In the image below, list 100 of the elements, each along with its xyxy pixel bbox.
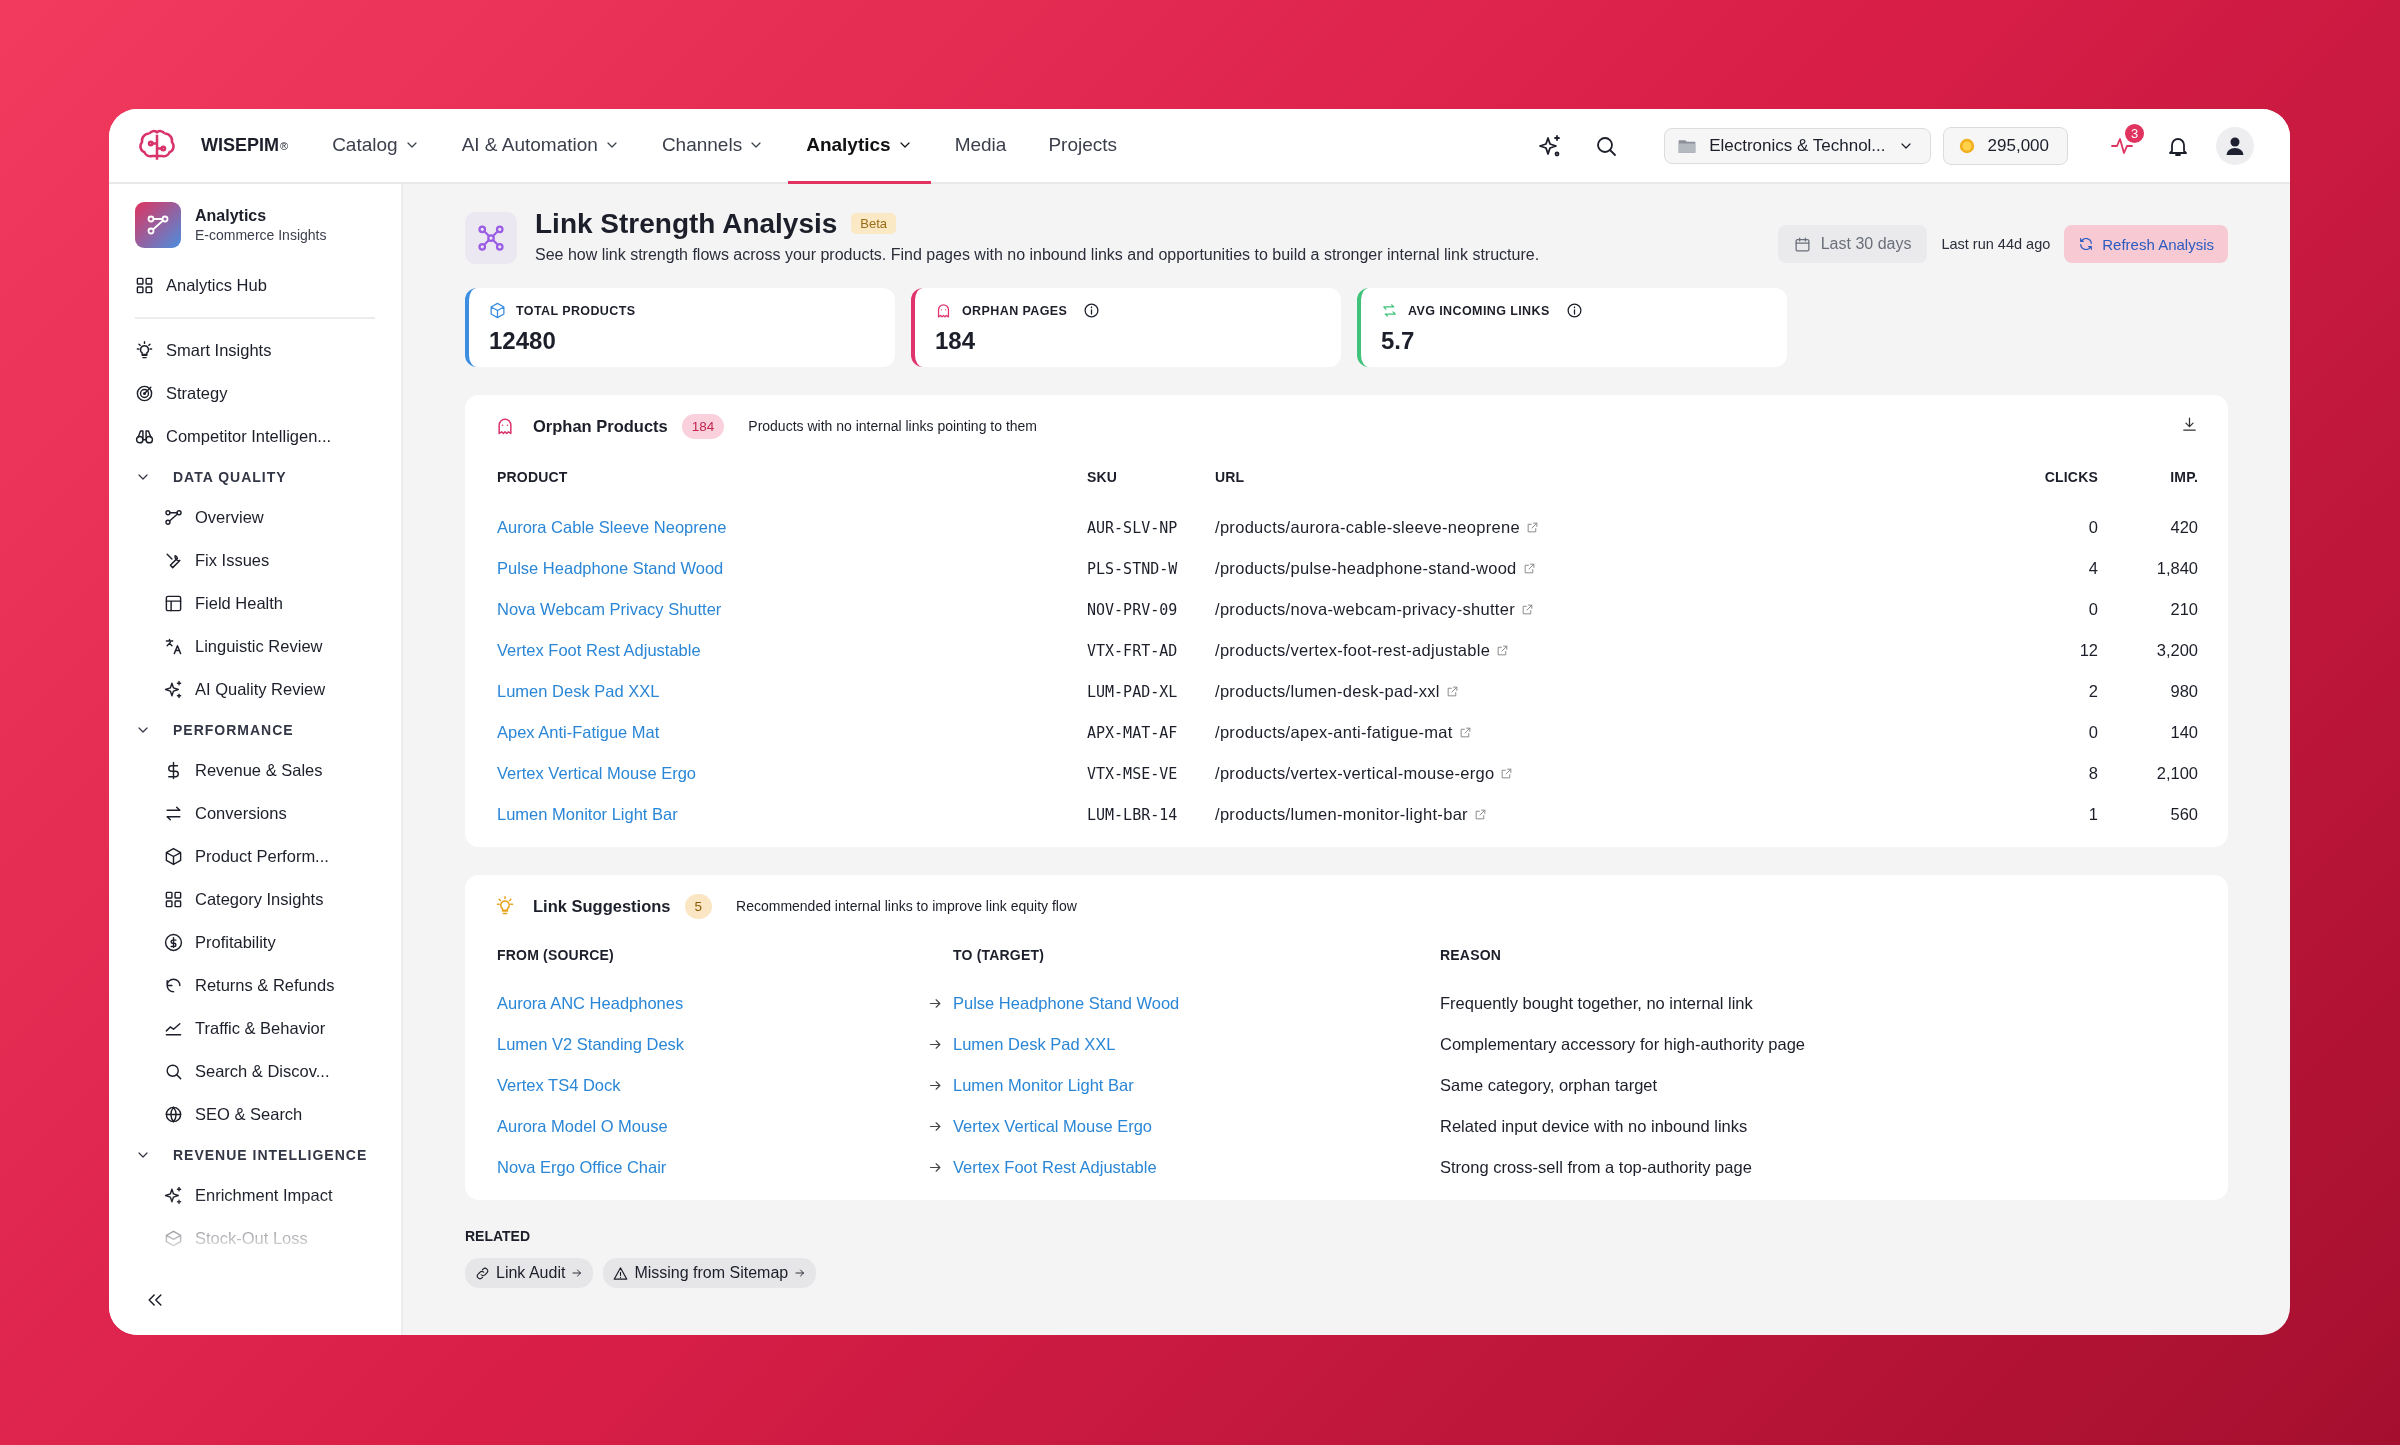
sidebar-item[interactable]: Traffic & Behavior bbox=[135, 1007, 375, 1050]
coin-icon bbox=[1957, 136, 1976, 155]
nav-menu-item[interactable]: Catalog bbox=[314, 109, 438, 184]
column-header: URL bbox=[1215, 468, 1246, 487]
table-cell-text: VTX-FRT-AD bbox=[1087, 640, 1179, 662]
external-link-icon bbox=[1496, 644, 1510, 657]
app-title: Analytics bbox=[195, 207, 268, 225]
source-link[interactable]: Lumen V2 Standing Desk bbox=[497, 1035, 685, 1054]
binoculars-icon bbox=[135, 427, 154, 446]
url-link[interactable]: /products/lumen-desk-pad-xxl bbox=[1215, 682, 1459, 701]
product-link[interactable]: Lumen Desk Pad XXL bbox=[497, 682, 660, 701]
url-link[interactable]: /products/vertex-vertical-mouse-ergo bbox=[1215, 764, 1514, 783]
sparkle-icon bbox=[1538, 133, 1563, 158]
sidebar-item[interactable]: Strategy bbox=[135, 372, 375, 415]
user-avatar[interactable] bbox=[2216, 126, 2254, 165]
source-link[interactable]: Vertex TS4 Dock bbox=[497, 1076, 621, 1095]
last-run-text: Last run 44d ago bbox=[1941, 236, 2051, 252]
cube-icon bbox=[489, 302, 506, 319]
product-link[interactable]: Lumen Monitor Light Bar bbox=[497, 805, 678, 824]
product-link[interactable]: Aurora Cable Sleeve Neoprene bbox=[497, 518, 727, 537]
sidebar-item[interactable]: Revenue & Sales bbox=[135, 749, 375, 792]
sidebar-item[interactable]: Analytics Hub bbox=[135, 264, 375, 307]
arrow-right-icon bbox=[927, 996, 943, 1011]
sidebar-section-header[interactable]: REVENUE INTELLIGENCE bbox=[135, 1136, 375, 1174]
grid-icon bbox=[164, 890, 183, 909]
sidebar-section-header[interactable]: PERFORMANCE bbox=[135, 711, 375, 749]
nav-menu-item[interactable]: Analytics bbox=[788, 109, 931, 184]
sidebar-item[interactable]: Competitor Intelligen... bbox=[135, 415, 375, 458]
sidebar-item[interactable]: Linguistic Review bbox=[135, 625, 375, 668]
credits-balance[interactable]: 295,000 bbox=[1942, 126, 2068, 165]
activity-button[interactable]: 3 bbox=[2100, 123, 2144, 168]
product-link[interactable]: Nova Webcam Privacy Shutter bbox=[497, 600, 722, 619]
nav-menu-item[interactable]: Projects bbox=[1030, 109, 1136, 184]
sidebar-item[interactable]: Smart Insights bbox=[135, 329, 375, 372]
source-link[interactable]: Nova Ergo Office Chair bbox=[497, 1158, 667, 1177]
workspace-dropdown[interactable]: Electronics & Technol... bbox=[1664, 127, 1931, 164]
cube-icon bbox=[164, 847, 183, 866]
related-link-chip[interactable]: Missing from Sitemap bbox=[603, 1258, 817, 1288]
table-cell-text: 980 bbox=[2169, 681, 2198, 702]
sidebar-section-header[interactable]: DATA QUALITY bbox=[135, 458, 375, 496]
column-header: REASON bbox=[1440, 946, 1503, 965]
product-link[interactable]: Vertex Foot Rest Adjustable bbox=[497, 641, 701, 660]
table-cell-text: AUR-SLV-NP bbox=[1087, 517, 1179, 539]
source-link[interactable]: Aurora ANC Headphones bbox=[497, 994, 684, 1013]
url-link[interactable]: /products/lumen-monitor-light-bar bbox=[1215, 805, 1487, 824]
table-cell-text: Related input device with no inbound links bbox=[1440, 1116, 1749, 1137]
credits-amount: 295,000 bbox=[1987, 135, 2049, 156]
sidebar-item[interactable]: Conversions bbox=[135, 792, 375, 835]
sidebar-item[interactable]: Enrichment Impact bbox=[135, 1174, 375, 1217]
stat-label: AVG INCOMING LINKS bbox=[1408, 303, 1550, 318]
sidebar-item[interactable]: Overview bbox=[135, 496, 375, 539]
brand-name[interactable]: WISEPIM bbox=[201, 135, 279, 156]
table-cell-text: 1 bbox=[2087, 804, 2098, 825]
translate-icon bbox=[164, 637, 183, 656]
source-link[interactable]: Aurora Model O Mouse bbox=[497, 1117, 668, 1136]
stat-value: 12480 bbox=[489, 327, 557, 355]
table-cell-text: 12 bbox=[2078, 640, 2098, 661]
related-link-chip[interactable]: Link Audit bbox=[465, 1258, 594, 1288]
url-link[interactable]: /products/pulse-headphone-stand-wood bbox=[1215, 559, 1536, 578]
nav-menu-item[interactable]: Channels bbox=[643, 109, 783, 184]
url-link[interactable]: /products/apex-anti-fatigue-mat bbox=[1215, 723, 1472, 742]
sidebar-item[interactable]: Field Health bbox=[135, 582, 375, 625]
refresh-icon bbox=[2078, 236, 2095, 252]
table-cell-text: Frequently bought together, no internal link bbox=[1440, 993, 1754, 1014]
table-cell-text: 560 bbox=[2169, 804, 2198, 825]
sidebar-item[interactable]: Category Insights bbox=[135, 878, 375, 921]
date-range-button[interactable]: Last 30 days bbox=[1777, 225, 1928, 263]
table-cell-text: 0 bbox=[2087, 517, 2098, 538]
target-link[interactable]: Pulse Headphone Stand Wood bbox=[953, 994, 1180, 1013]
external-link-icon bbox=[1445, 685, 1459, 698]
arrow-right-icon bbox=[571, 1267, 584, 1279]
column-header: TO (TARGET) bbox=[953, 946, 1046, 965]
refresh-analysis-button[interactable]: Refresh Analysis bbox=[2064, 225, 2228, 263]
globe-icon bbox=[164, 1105, 183, 1124]
table-cell-text: 0 bbox=[2087, 722, 2098, 743]
product-link[interactable]: Apex Anti-Fatigue Mat bbox=[497, 723, 660, 742]
nav-menu-item[interactable]: AI & Automation bbox=[443, 109, 638, 184]
sidebar-item[interactable]: Profitability bbox=[135, 921, 375, 964]
sidebar-item[interactable]: Search & Discov... bbox=[135, 1050, 375, 1093]
sidebar-item[interactable]: Fix Issues bbox=[135, 539, 375, 582]
sidebar-item[interactable]: AI Quality Review bbox=[135, 668, 375, 711]
url-link[interactable]: /products/aurora-cable-sleeve-neoprene bbox=[1215, 518, 1539, 537]
table-cell-text: 210 bbox=[2169, 599, 2198, 620]
sidebar-item[interactable]: Product Perform... bbox=[135, 835, 375, 878]
arrow-right-icon bbox=[794, 1267, 807, 1279]
target-link[interactable]: Lumen Desk Pad XXL bbox=[953, 1035, 1116, 1054]
column-header: SKU bbox=[1087, 468, 1119, 487]
column-header: FROM (SOURCE) bbox=[497, 946, 615, 965]
nav-menu-item[interactable]: Media bbox=[936, 109, 1025, 184]
target-link[interactable]: Vertex Foot Rest Adjustable bbox=[953, 1158, 1157, 1177]
sidebar-item[interactable]: SEO & Search bbox=[135, 1093, 375, 1136]
arrow-right-icon bbox=[927, 1119, 943, 1134]
product-link[interactable]: Vertex Vertical Mouse Ergo bbox=[497, 764, 696, 783]
product-link[interactable]: Pulse Headphone Stand Wood bbox=[497, 559, 724, 578]
table-cell-text: APX-MAT-AF bbox=[1087, 722, 1179, 744]
url-link[interactable]: /products/nova-webcam-privacy-shutter bbox=[1215, 600, 1534, 619]
target-link[interactable]: Vertex Vertical Mouse Ergo bbox=[953, 1117, 1152, 1136]
url-link[interactable]: /products/vertex-foot-rest-adjustable bbox=[1215, 641, 1510, 660]
target-link[interactable]: Lumen Monitor Light Bar bbox=[953, 1076, 1134, 1095]
sidebar-item[interactable]: Returns & Refunds bbox=[135, 964, 375, 1007]
